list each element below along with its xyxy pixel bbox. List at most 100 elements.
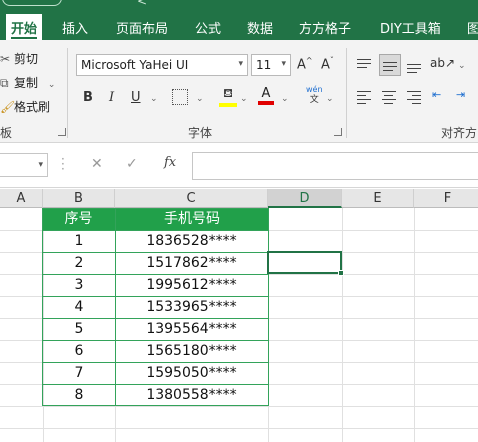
tab-more[interactable]: 图 [467,18,478,37]
active-cell[interactable] [267,251,342,274]
font-size-select[interactable]: 11 ▾ [251,54,291,76]
underline-button[interactable]: U [131,90,141,105]
font-color-dropdown-icon[interactable]: ⌄ [281,94,289,104]
table-cell-phone[interactable]: 1533965**** [115,299,268,315]
table-cell-phone[interactable]: 1395564**** [115,321,268,337]
font-family-select[interactable]: Microsoft YaHei UI ▾ [76,54,248,76]
excel-window: < 开始 插入 页面布局 公式 数据 方方格子 DIY工具箱 图 ✂ 剪切 ⧉ 复制… [0,0,478,442]
clipboard-group-label: 板 [0,126,13,140]
bottom-align-icon[interactable] [407,64,421,76]
table-cell-phone[interactable]: 1517862**** [115,255,268,271]
column-header-a[interactable]: A [0,189,43,208]
table-cell-phone[interactable]: 1380558**** [115,387,268,403]
table-cell-index[interactable]: 7 [43,365,115,381]
fill-color-button[interactable]: ⛾ [219,86,237,107]
undo-arrow-icon[interactable]: < [137,0,147,8]
table-border [42,384,269,385]
enter-icon[interactable]: ✓ [126,156,138,172]
tab-data[interactable]: 数据 [247,18,273,37]
chevron-down-icon: ▾ [281,59,286,69]
formula-bar: ▾ · · · ✕ ✓ fx [0,144,478,188]
resize-grip-icon[interactable]: · · · [61,153,65,175]
divider [67,48,68,138]
table-cell-index[interactable]: 3 [43,277,115,293]
ribbon-tab-bar: < 开始 插入 页面布局 公式 数据 方方格子 DIY工具箱 图 [0,0,478,40]
orientation-icon[interactable]: ab↗ [430,56,455,70]
table-border [42,318,269,319]
table-border [42,296,269,297]
cut-button[interactable]: ✂ 剪切 [0,50,38,67]
fill-color-dropdown-icon[interactable]: ⌄ [240,94,248,104]
paint-bucket-icon: ⛾ [223,86,233,100]
tab-diy-toolbox[interactable]: DIY工具箱 [380,18,441,37]
clipboard-launcher-icon[interactable] [58,128,66,136]
grow-font-button[interactable]: A^ [297,56,313,72]
decrease-indent-icon[interactable]: ⇤ [432,88,441,101]
font-color-button[interactable]: A [258,86,274,105]
tab-fangfang[interactable]: 方方格子 [299,18,351,37]
scissors-icon: ✂ [0,52,11,66]
format-painter-button[interactable]: 🖌格式刷 [0,98,50,115]
font-color-swatch [258,101,274,105]
border-icon[interactable] [172,89,188,105]
table-cell-index[interactable]: 5 [43,321,115,337]
name-box[interactable]: ▾ [0,153,48,177]
table-cell-index[interactable]: 6 [43,343,115,359]
copy-icon: ⧉ [0,76,9,90]
gridline [0,406,478,407]
table-border [42,252,269,253]
table-border [42,230,269,231]
tab-formulas[interactable]: 公式 [195,18,221,37]
table-cell-phone[interactable]: 1565180**** [115,343,268,359]
column-header-b[interactable]: B [43,189,115,208]
phonetic-guide-button[interactable]: wén 文 [306,84,323,106]
align-left-icon[interactable] [357,91,371,107]
alignment-group-label: 对齐方 [441,126,478,140]
orientation-dropdown-icon[interactable]: ⌄ [458,61,466,71]
table-cell-phone[interactable]: 1836528**** [115,233,268,249]
copy-dropdown-icon[interactable]: ⌄ [48,80,56,90]
bold-button[interactable]: B [83,90,93,105]
divider [346,48,347,138]
brush-icon: 🖌 [0,100,16,114]
tab-page-layout[interactable]: 页面布局 [116,18,168,37]
tab-insert[interactable]: 插入 [62,18,88,37]
top-align-icon[interactable] [357,59,371,71]
font-group-label: 字体 [188,126,213,140]
table-cell-index[interactable]: 2 [43,255,115,271]
tab-home[interactable]: 开始 [6,14,43,40]
column-header-d[interactable]: D [268,189,342,208]
underline-dropdown-icon[interactable]: ⌄ [150,94,158,104]
table-border [42,340,269,341]
table-cell-index[interactable]: 1 [43,233,115,249]
phonetic-dropdown-icon[interactable]: ⌄ [326,94,334,104]
table-cell-phone[interactable]: 1595050**** [115,365,268,381]
border-dropdown-icon[interactable]: ⌄ [196,94,204,104]
formula-input[interactable] [192,152,478,180]
fill-color-swatch [219,103,237,107]
increase-indent-icon[interactable]: ⇥ [456,88,465,101]
fill-handle[interactable] [338,270,344,276]
worksheet-grid[interactable]: A B C D E F 序号 手机号码 1 1836528**** 2 1517… [0,189,478,442]
middle-align-icon [383,62,397,74]
gridline [0,428,478,429]
shrink-font-button[interactable]: Aˇ [321,56,334,72]
font-launcher-icon[interactable] [334,128,342,136]
chevron-down-icon: ▾ [38,160,43,170]
column-header-c[interactable]: C [115,189,268,208]
table-border [42,362,269,363]
table-cell-index[interactable]: 4 [43,299,115,315]
cancel-icon[interactable]: ✕ [91,156,103,172]
table-cell-phone[interactable]: 1995612**** [115,277,268,293]
ribbon: ✂ 剪切 ⧉ 复制 ⌄ 🖌格式刷 板 Microsoft YaHei UI ▾ 11… [0,40,478,143]
italic-button[interactable]: I [109,90,114,105]
align-right-icon[interactable] [407,91,421,107]
table-cell-index[interactable]: 8 [43,387,115,403]
insert-function-button[interactable]: fx [164,155,176,170]
quick-access-toolbar[interactable] [2,0,62,6]
chevron-down-icon: ▾ [238,59,243,69]
column-header-e[interactable]: E [342,189,414,208]
align-center-icon[interactable] [382,91,396,107]
column-header-f[interactable]: F [414,189,478,208]
copy-button[interactable]: ⧉ 复制 ⌄ [0,74,55,91]
